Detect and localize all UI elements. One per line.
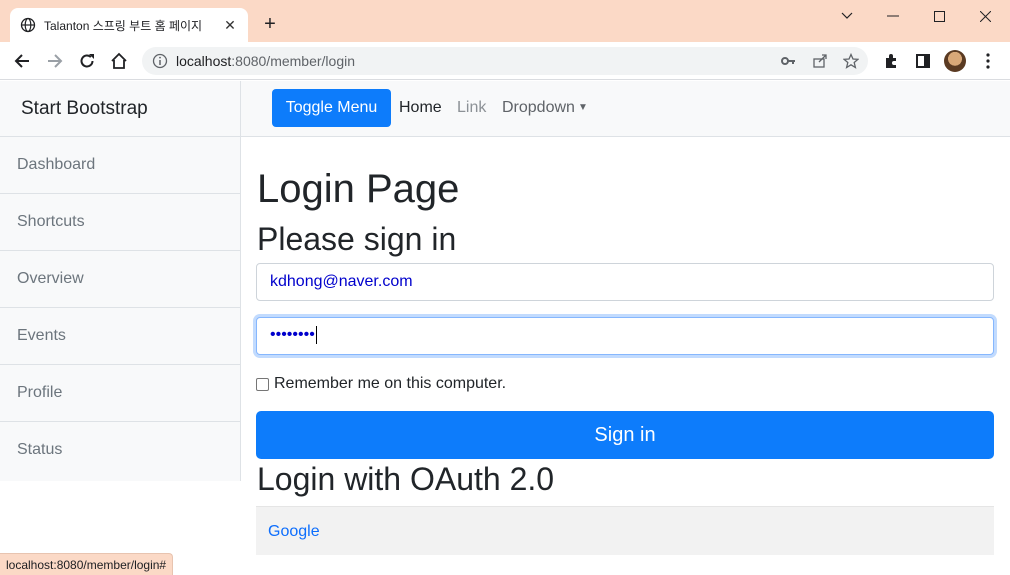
key-icon[interactable] [780,53,796,69]
sidebar-heading: Start Bootstrap [0,81,240,137]
oauth-heading: Login with OAuth 2.0 [257,461,555,497]
web-page: Start Bootstrap Dashboard Shortcuts Over… [0,81,1010,575]
google-oauth-link[interactable]: Google [268,523,320,540]
close-window-icon[interactable] [962,0,1008,32]
email-field[interactable]: kdhong@naver.com [256,263,994,301]
oauth-list: Google [256,506,994,555]
home-icon[interactable] [107,49,131,73]
page-title: Login Page [257,167,460,211]
forward-arrow-icon[interactable] [43,49,67,73]
info-icon[interactable] [152,53,168,69]
address-bar[interactable]: localhost:8080/member/login [142,47,868,75]
new-tab-icon[interactable]: + [258,12,282,36]
toggle-menu-button[interactable]: Toggle Menu [272,89,391,127]
remember-me-checkbox[interactable] [256,377,269,391]
globe-icon [20,17,36,33]
remember-me-label[interactable]: Remember me on this computer. [274,375,506,393]
browser-toolbar: localhost:8080/member/login [0,42,1010,80]
text-caret [315,326,317,344]
sidebar-item-dashboard[interactable]: Dashboard [0,137,240,194]
share-icon[interactable] [812,53,828,69]
close-tab-icon[interactable]: ✕ [222,17,238,34]
sidebar-item-overview[interactable]: Overview [0,251,240,308]
sidebar-item-profile[interactable]: Profile [0,365,240,422]
address-url: localhost:8080/member/login [176,53,356,69]
extensions-icon[interactable] [879,49,903,73]
nav-home-link[interactable]: Home [399,99,442,117]
remember-me-row: Remember me on this computer. [256,375,506,393]
status-bar-url: localhost:8080/member/login# [0,553,174,575]
password-field[interactable]: •••••••• [256,317,994,355]
back-arrow-icon[interactable] [10,49,34,73]
sidebar: Start Bootstrap Dashboard Shortcuts Over… [0,81,241,481]
browser-tab-strip: Talanton 스프링 부트 홈 페이지 ✕ + [0,0,1010,42]
nav-dropdown[interactable]: Dropdown ▼ [502,99,588,117]
tab-title: Talanton 스프링 부트 홈 페이지 [44,18,203,33]
profile-avatar[interactable] [944,50,966,72]
nav-link[interactable]: Link [457,99,486,117]
star-icon[interactable] [843,53,859,69]
sign-in-heading: Please sign in [257,221,457,257]
top-navbar: Toggle Menu Home Link Dropdown ▼ [241,81,1010,137]
sidebar-item-events[interactable]: Events [0,308,240,365]
browser-tab[interactable]: Talanton 스프링 부트 홈 페이지 ✕ [10,8,248,42]
maximize-icon[interactable] [916,0,962,32]
menu-kebab-icon[interactable] [976,49,1000,73]
chevron-down-icon[interactable] [824,0,870,32]
sidebar-item-status[interactable]: Status [0,422,240,479]
side-panel-icon[interactable] [911,49,935,73]
sign-in-button[interactable]: Sign in [256,411,994,459]
sidebar-item-shortcuts[interactable]: Shortcuts [0,194,240,251]
reload-icon[interactable] [75,49,99,73]
caret-down-icon: ▼ [577,102,588,113]
minimize-icon[interactable] [870,0,916,32]
